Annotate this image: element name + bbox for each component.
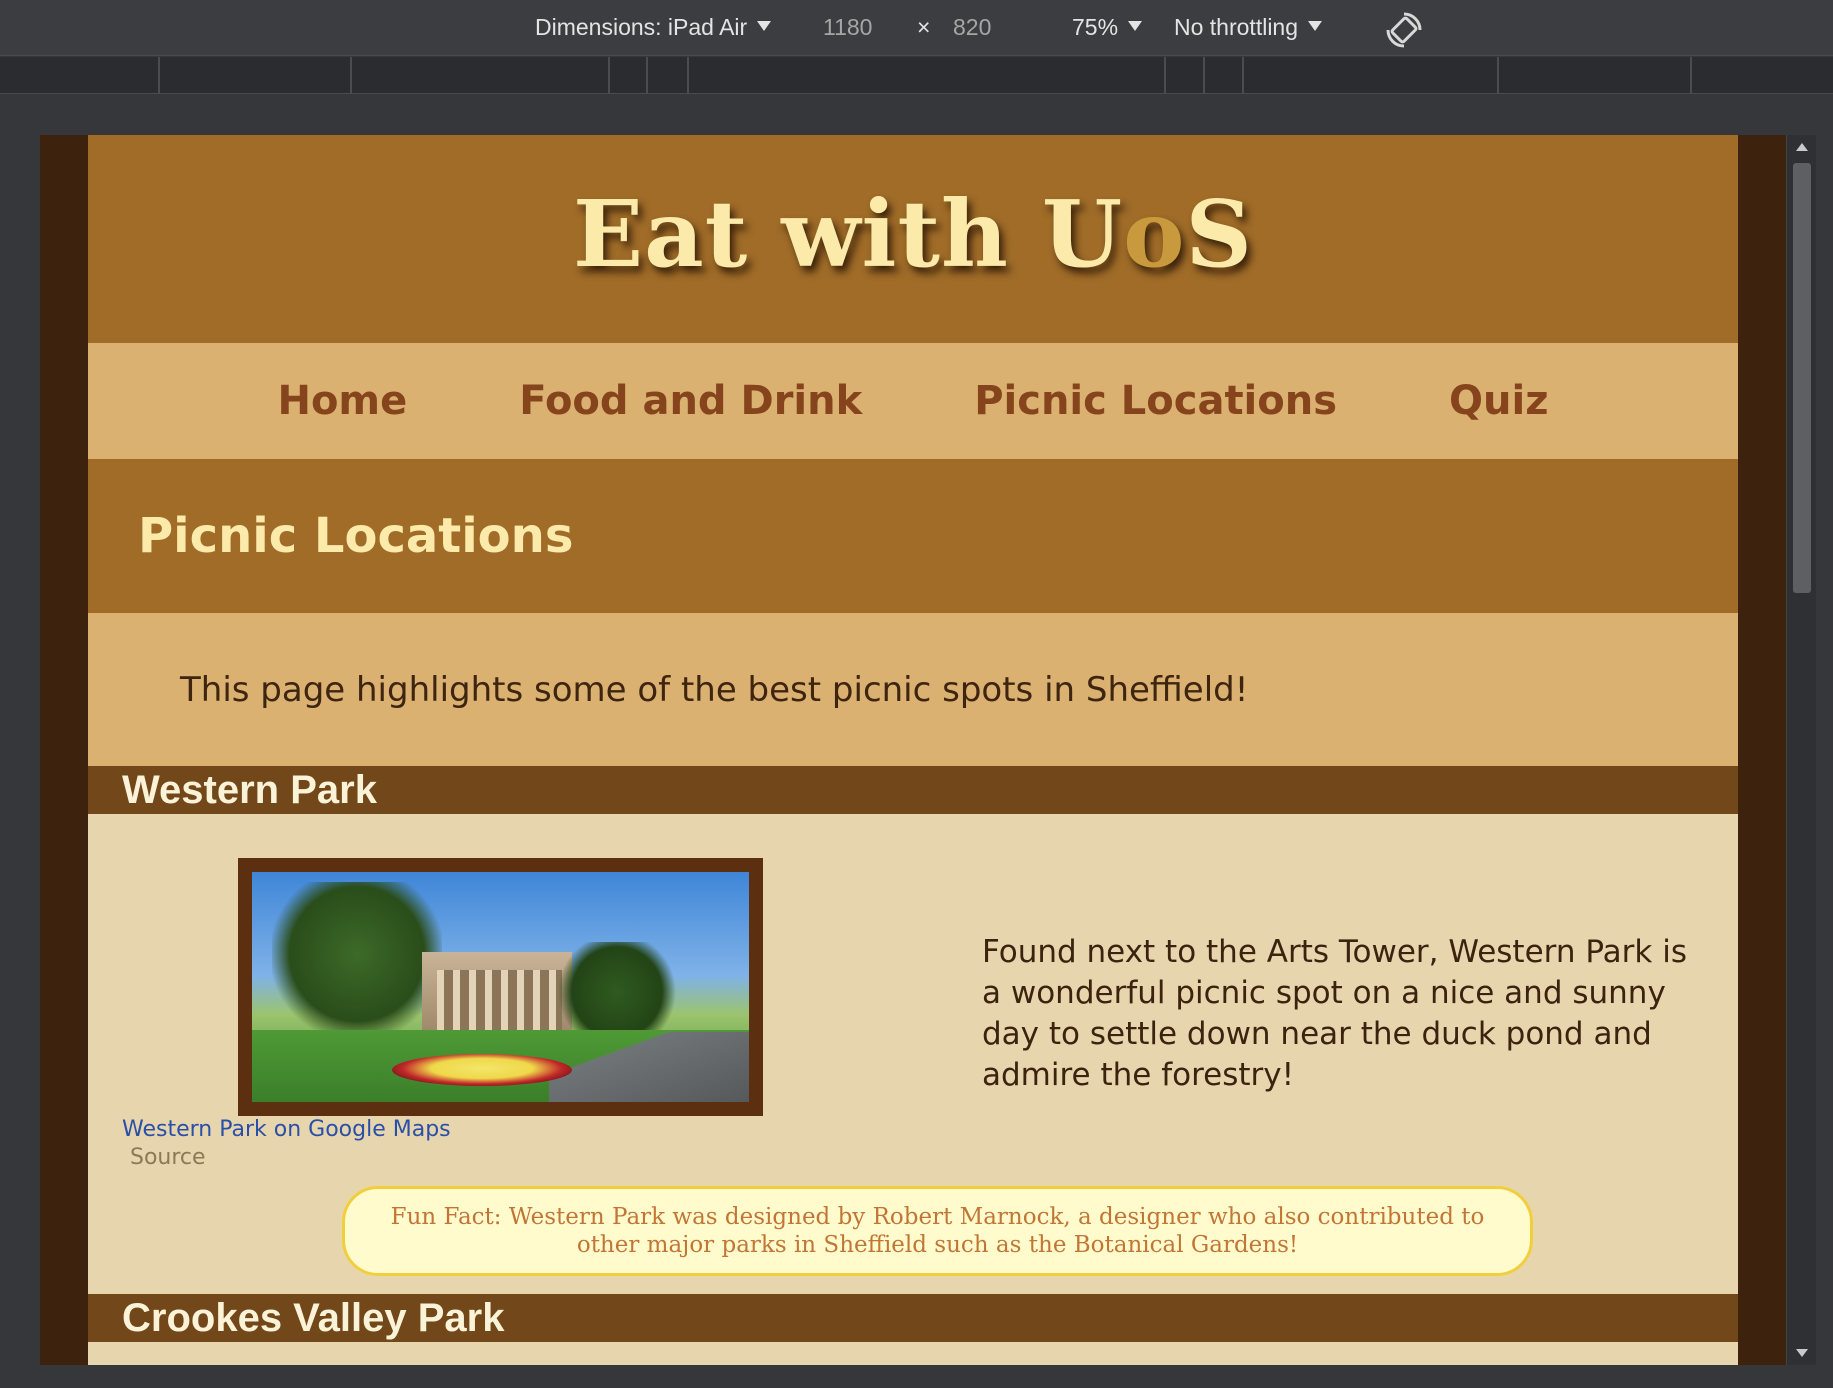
section-header-western-park: Western Park bbox=[88, 766, 1738, 814]
site-title: Eat with UoS bbox=[573, 180, 1253, 288]
intro-band: This page highlights some of the best pi… bbox=[88, 613, 1738, 766]
rotate-device-icon[interactable] bbox=[1384, 10, 1424, 50]
height-input[interactable]: 820 bbox=[953, 14, 991, 41]
fun-fact-box: Fun Fact: Western Park was designed by R… bbox=[342, 1186, 1533, 1276]
park-photo-frame bbox=[238, 858, 763, 1116]
web-page: Eat with UoS Home Food and Drink Picnic … bbox=[88, 135, 1738, 1365]
nav-picnic-locations[interactable]: Picnic Locations bbox=[974, 378, 1337, 424]
site-header: Eat with UoS bbox=[88, 135, 1738, 343]
scroll-down-icon[interactable] bbox=[1796, 1349, 1808, 1357]
section-title: Western Park bbox=[122, 767, 377, 812]
zoom-dropdown[interactable]: 75% bbox=[1072, 14, 1143, 41]
device-viewport: Eat with UoS Home Food and Drink Picnic … bbox=[40, 135, 1786, 1365]
section-body-western-park: Western Park on Google Maps Source Found… bbox=[88, 814, 1738, 1294]
scrollbar-thumb[interactable] bbox=[1793, 163, 1811, 593]
image-source-label: Source bbox=[130, 1145, 206, 1170]
nav-home[interactable]: Home bbox=[277, 378, 407, 424]
throttling-label: No throttling bbox=[1174, 14, 1299, 40]
fun-fact-text: Fun Fact: Western Park was designed by R… bbox=[390, 1204, 1485, 1258]
chevron-down-icon bbox=[757, 21, 772, 31]
main-nav: Home Food and Drink Picnic Locations Qui… bbox=[88, 343, 1738, 459]
park-photo bbox=[252, 872, 749, 1102]
nav-quiz[interactable]: Quiz bbox=[1449, 378, 1548, 424]
dimensions-label: Dimensions: iPad Air bbox=[535, 14, 748, 40]
page-heading-band: Picnic Locations bbox=[88, 459, 1738, 613]
media-query-ruler[interactable] bbox=[0, 57, 1833, 94]
width-input[interactable]: 1180 bbox=[823, 14, 872, 41]
devtools-device-toolbar: Dimensions: iPad Air 1180 × 820 75% No t… bbox=[0, 0, 1833, 56]
scroll-up-icon[interactable] bbox=[1796, 143, 1808, 151]
times-separator: × bbox=[917, 14, 931, 40]
nav-food-and-drink[interactable]: Food and Drink bbox=[519, 378, 862, 424]
throttling-dropdown[interactable]: No throttling bbox=[1174, 14, 1323, 41]
google-maps-link[interactable]: Western Park on Google Maps bbox=[122, 1117, 451, 1142]
zoom-label: 75% bbox=[1072, 14, 1119, 40]
viewport-scrollbar[interactable] bbox=[1786, 135, 1816, 1365]
section-title: Crookes Valley Park bbox=[122, 1295, 505, 1340]
page-title: Picnic Locations bbox=[138, 508, 574, 564]
chevron-down-icon bbox=[1308, 21, 1323, 31]
chevron-down-icon bbox=[1128, 21, 1143, 31]
dimensions-dropdown[interactable]: Dimensions: iPad Air bbox=[535, 14, 772, 41]
intro-text: This page highlights some of the best pi… bbox=[180, 669, 1249, 710]
section-header-crookes-valley-park: Crookes Valley Park bbox=[88, 1294, 1738, 1342]
park-description: Found next to the Arts Tower, Western Pa… bbox=[982, 934, 1687, 1093]
